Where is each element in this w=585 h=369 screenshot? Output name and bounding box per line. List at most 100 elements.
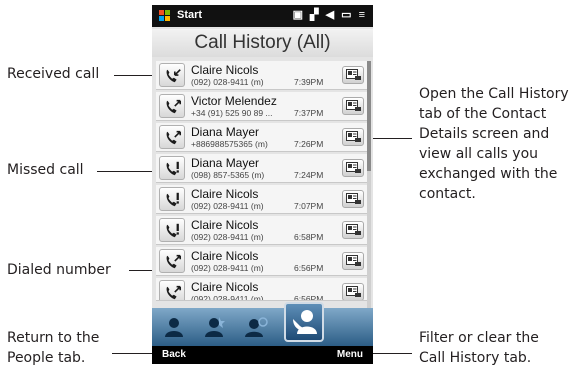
call-row[interactable]: Victor Melendez +34 (91) 525 90 89 ... 7:3… <box>156 92 368 121</box>
contact-details-button[interactable] <box>342 221 364 239</box>
3g-icon: ▣ <box>292 9 305 21</box>
caller-name: Victor Melendez <box>191 94 277 108</box>
call-time: 7:07PM <box>294 201 324 211</box>
annotation-details-line-4: view all calls you <box>419 146 539 162</box>
caller-number: +34 (91) 525 90 89 ... <box>191 108 273 118</box>
missed-call-icon <box>166 161 179 176</box>
dialed-call-icon <box>166 254 182 269</box>
contact-details-button[interactable] <box>342 190 364 208</box>
menu-softkey[interactable]: Menu <box>337 349 363 360</box>
contact-card-icon <box>346 193 361 204</box>
missed-call-button[interactable] <box>159 156 185 180</box>
caller-name: Claire Nicols <box>191 249 259 263</box>
caller-number: (092) 028-9411 (m) <box>191 294 264 301</box>
screen-title: Call History (All) <box>152 29 373 57</box>
caller-name: Claire Nicols <box>191 218 259 232</box>
caller-name: Claire Nicols <box>191 280 259 294</box>
dialed-call-button[interactable] <box>159 94 185 118</box>
missed-call-icon <box>166 223 179 238</box>
tab-call-history[interactable] <box>284 302 324 342</box>
call-time: 7:24PM <box>294 170 324 180</box>
caller-number: (092) 028-9411 (m) <box>191 263 264 273</box>
call-row[interactable]: Claire Nicols (092) 028-9411 (m) 7:39PM <box>156 61 368 90</box>
call-time: 7:37PM <box>294 108 324 118</box>
caller-name: Diana Mayer <box>191 156 260 170</box>
contact-details-button[interactable] <box>342 97 364 115</box>
received-call-button[interactable] <box>159 63 185 87</box>
call-time: 7:26PM <box>294 139 324 149</box>
people-icon <box>165 318 183 337</box>
dialed-call-button[interactable] <box>159 249 185 273</box>
contact-card-icon <box>346 224 361 235</box>
call-time: 6:56PM <box>294 294 324 301</box>
annotation-details-line-2: tab of the Contact <box>419 106 547 122</box>
windows-flag-icon[interactable] <box>159 10 171 22</box>
annotation-filter-line1: Filter or clear the <box>419 330 539 346</box>
back-softkey[interactable]: Back <box>162 349 186 360</box>
caller-number: (098) 857-5365 (m) <box>191 170 265 180</box>
missed-call-button[interactable] <box>159 218 185 242</box>
dialed-call-button[interactable] <box>159 280 185 300</box>
contact-card-icon <box>346 286 361 297</box>
call-row[interactable]: Claire Nicols (092) 028-9411 (m) 6:58PM <box>156 216 368 245</box>
status-bar: Start ▣ ▞ ◀ ▭ ≡ <box>152 5 373 27</box>
annotation-details-line-3: Details screen and <box>419 126 550 142</box>
annotation-details-line-5: exchanged with the <box>419 166 558 182</box>
call-row[interactable]: Diana Mayer (098) 857-5365 (m) 7:24PM <box>156 154 368 183</box>
status-icons[interactable]: ▣ ▞ ◀ ▭ ≡ <box>293 8 367 21</box>
contact-card-icon <box>346 100 361 111</box>
dialed-call-button[interactable] <box>159 125 185 149</box>
contact-details-button[interactable] <box>342 159 364 177</box>
received-call-icon <box>166 69 181 83</box>
contact-details-button[interactable] <box>342 66 364 84</box>
call-row[interactable]: Diana Mayer +886988575365 (m) 7:26PM <box>156 123 368 152</box>
call-time: 6:56PM <box>294 263 324 273</box>
caller-number: (092) 028-9411 (m) <box>191 232 264 242</box>
missed-call-button[interactable] <box>159 187 185 211</box>
volume-icon: ◀ <box>325 9 337 21</box>
caller-name: Diana Mayer <box>191 125 260 139</box>
softkey-bar: Back Menu <box>152 346 373 364</box>
annotation-return-line1: Return to the <box>7 330 100 346</box>
call-row[interactable]: Claire Nicols (092) 028-9411 (m) 6:56PM <box>156 278 368 301</box>
call-time: 6:58PM <box>294 232 324 242</box>
annotation-received-call: Received call <box>7 66 100 82</box>
favorite-people-icon <box>205 317 225 337</box>
annotation-missed-call: Missed call <box>7 162 84 178</box>
contact-card-icon <box>346 255 361 266</box>
scrollbar-thumb[interactable] <box>367 61 371 171</box>
annotation-details-line-6: contact. <box>419 186 476 202</box>
annotation-return-to-people: Return to the People tab. <box>7 328 99 368</box>
battery-icon: ▭ <box>341 9 354 21</box>
leader-line-details <box>368 138 412 139</box>
contact-details-button[interactable] <box>342 128 364 146</box>
tab-people-favorites[interactable] <box>198 312 230 342</box>
contact-card-icon <box>346 162 361 173</box>
caller-number: (092) 028-9411 (m) <box>191 201 264 211</box>
contact-card-icon <box>346 69 361 80</box>
dialed-call-icon <box>166 285 182 300</box>
tab-people-all[interactable] <box>158 312 190 342</box>
annotation-details-line-1: Open the Call History <box>419 86 569 102</box>
caller-number: (092) 028-9411 (m) <box>191 77 264 87</box>
caller-name: Claire Nicols <box>191 187 259 201</box>
caller-name: Claire Nicols <box>191 63 259 77</box>
call-history-person-icon <box>293 310 317 334</box>
people-tab-bar <box>152 302 373 346</box>
contact-details-button[interactable] <box>342 283 364 300</box>
leader-line-missed <box>97 171 159 172</box>
recent-people-icon <box>245 317 268 337</box>
dialed-call-icon <box>166 130 182 145</box>
contact-details-button[interactable] <box>342 252 364 270</box>
annotation-filter-line2: Call History tab. <box>419 350 532 366</box>
annotation-return-line2: People tab. <box>7 350 86 366</box>
call-time: 7:39PM <box>294 77 324 87</box>
call-row[interactable]: Claire Nicols (092) 028-9411 (m) 6:56PM <box>156 247 368 276</box>
annotation-open-call-history: Open the Call History tab of the Contact… <box>419 84 569 204</box>
connectivity-icon: ≡ <box>358 9 367 21</box>
annotation-filter-call-history: Filter or clear the Call History tab. <box>419 328 539 368</box>
contact-card-icon <box>346 131 361 142</box>
call-row[interactable]: Claire Nicols (092) 028-9411 (m) 7:07PM <box>156 185 368 214</box>
start-label[interactable]: Start <box>177 9 202 21</box>
tab-people-recent[interactable] <box>240 312 272 342</box>
